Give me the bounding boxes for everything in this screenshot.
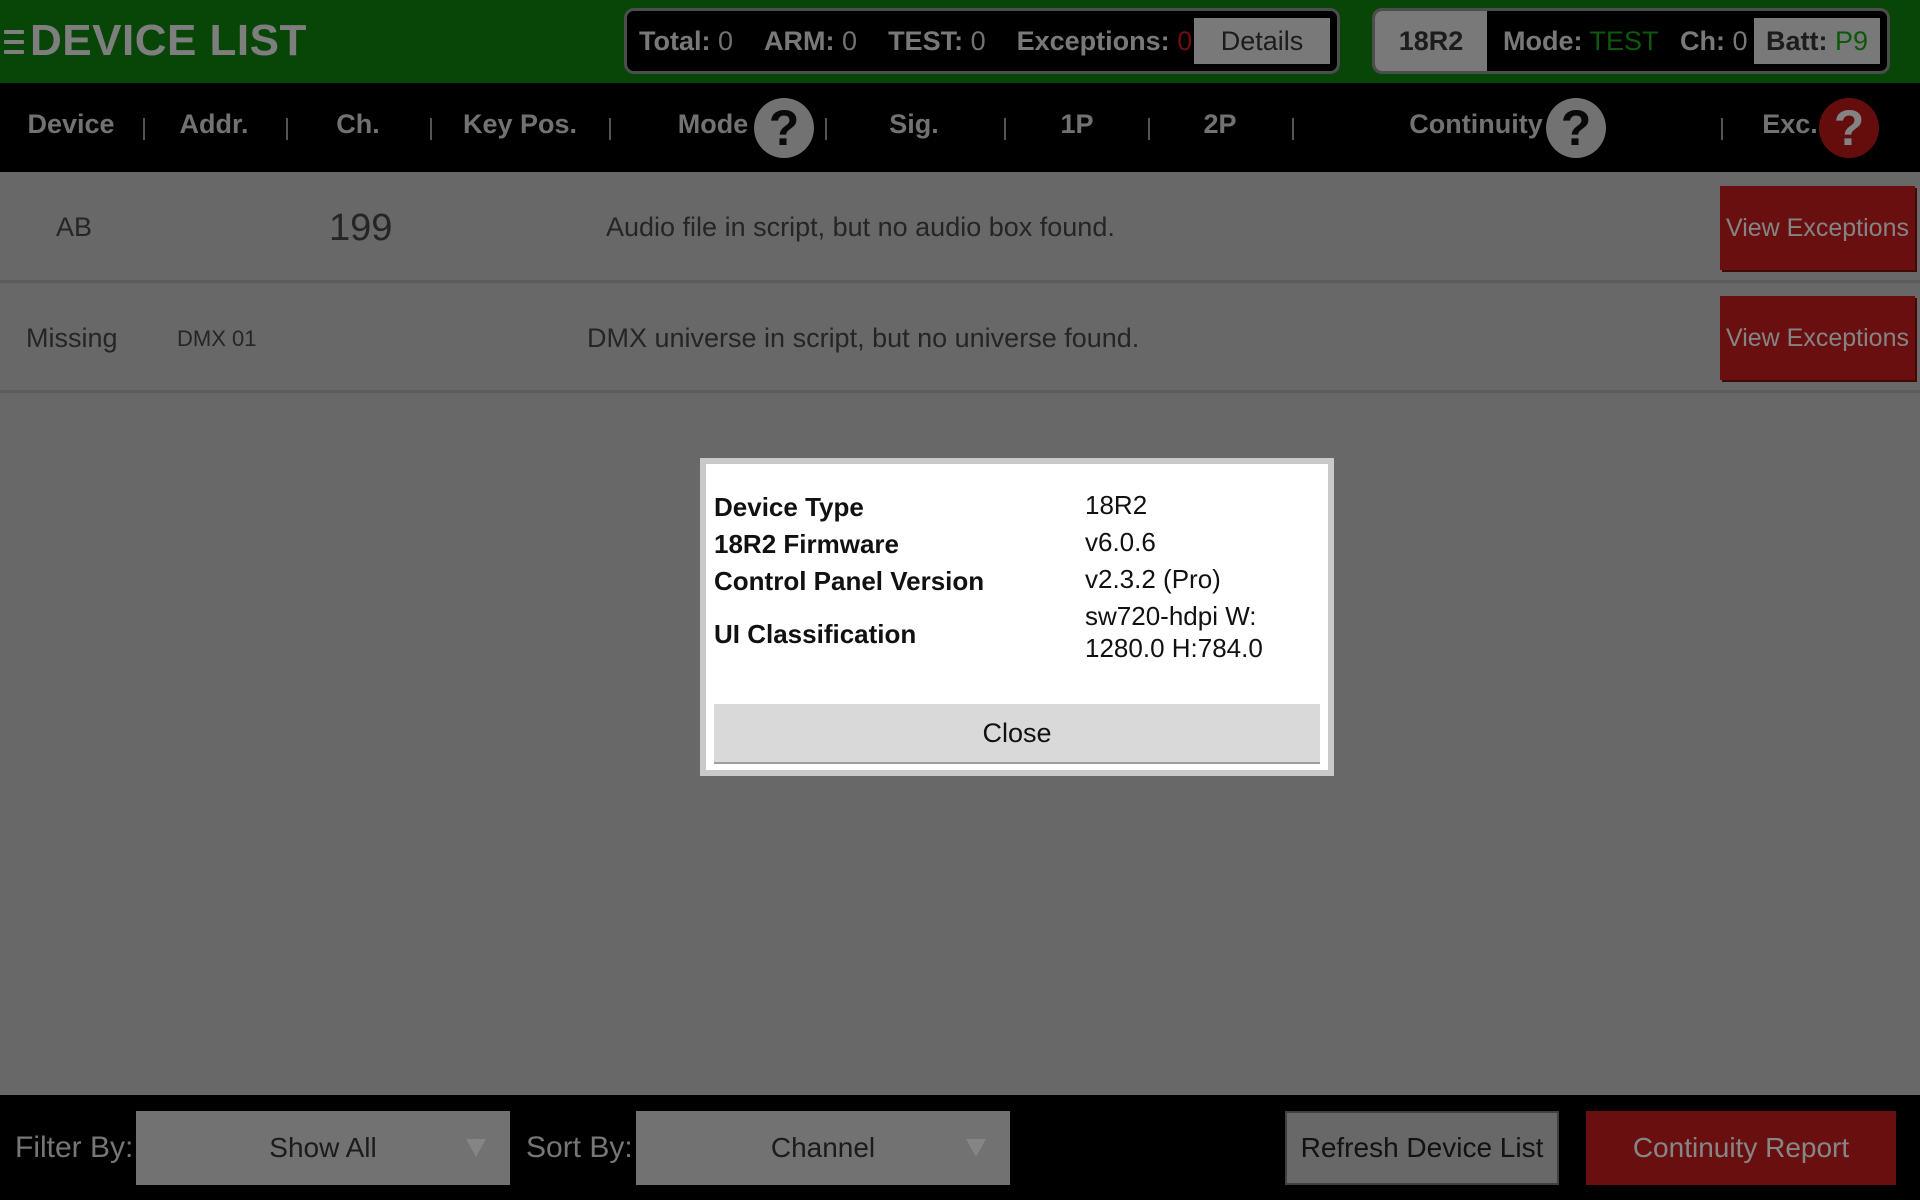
dialog-value: v6.0.6 — [1085, 527, 1156, 557]
dialog-label: Control Panel Version — [714, 566, 985, 596]
dialog-label: 18R2 Firmware — [714, 529, 899, 559]
dialog-value: 18R2 — [1085, 490, 1148, 520]
dialog-label: UI Classification — [714, 619, 917, 649]
dialog-label: Device Type — [714, 492, 864, 522]
dialog-value: v2.3.2 (Pro) — [1085, 564, 1221, 594]
dialog-value: sw720-hdpi W: 1280.0 H:784.0 — [1085, 601, 1263, 663]
about-dialog: Device Type 18R2 18R2 Firmware v6.0.6 Co… — [700, 458, 1334, 776]
close-button[interactable]: Close — [714, 704, 1320, 764]
